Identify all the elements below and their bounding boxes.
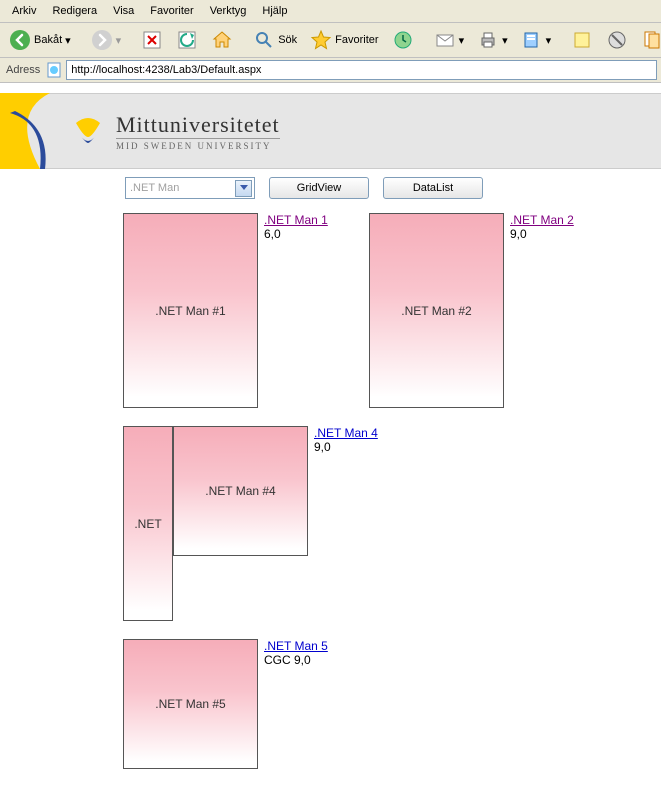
back-icon xyxy=(9,29,31,51)
card-title: .NET Man #5 xyxy=(155,697,225,711)
home-button[interactable] xyxy=(206,26,238,54)
menu-favoriter[interactable]: Favoriter xyxy=(144,3,199,19)
forward-button[interactable]: ▾ xyxy=(86,26,127,54)
card-link[interactable]: .NET Man 5 xyxy=(264,639,328,653)
gridview-button[interactable]: GridView xyxy=(269,177,369,199)
card-title: .NET Man #1 xyxy=(155,304,225,318)
card: .NET Man #4 xyxy=(173,426,308,556)
menu-arkiv[interactable]: Arkiv xyxy=(6,3,42,19)
university-sub: MID SWEDEN UNIVERSITY xyxy=(116,138,280,151)
card-block: .NET Man #1 .NET Man 1 6,0 xyxy=(123,213,369,408)
card-block: .NET Man #5 .NET Man 5 CGC 9,0 xyxy=(123,639,369,769)
card: .NET Man #5 xyxy=(123,639,258,769)
menu-hjalp[interactable]: Hjälp xyxy=(256,3,293,19)
refresh-button[interactable] xyxy=(171,26,203,54)
card-link[interactable]: .NET Man 4 xyxy=(314,426,378,440)
research-button[interactable] xyxy=(636,26,661,54)
corner-graphic xyxy=(0,93,50,169)
star-icon xyxy=(310,29,332,51)
note-button[interactable] xyxy=(566,26,598,54)
print-button[interactable]: ▾ xyxy=(472,26,513,54)
block-button[interactable] xyxy=(601,26,633,54)
page-body: .NET Man GridView DataList .NET Man #1 .… xyxy=(117,169,661,797)
favorites-label: Favoriter xyxy=(335,34,378,46)
datalist-button[interactable]: DataList xyxy=(383,177,483,199)
menu-verktyg[interactable]: Verktyg xyxy=(204,3,253,19)
favorites-button[interactable]: Favoriter xyxy=(305,26,383,54)
chevron-down-icon xyxy=(235,180,252,197)
menu-visa[interactable]: Visa xyxy=(107,3,140,19)
toolbar: Bakåt ▾ ▾ Sök Favoriter xyxy=(0,23,661,58)
card-info: 9,0 xyxy=(314,440,378,454)
back-button[interactable]: Bakåt ▾ xyxy=(4,26,76,54)
block-icon xyxy=(606,29,628,51)
university-logo: Mittuniversitetet MID SWEDEN UNIVERSITY xyxy=(70,112,280,151)
address-input[interactable] xyxy=(66,60,657,80)
search-icon xyxy=(253,29,275,51)
university-header: Mittuniversitetet MID SWEDEN UNIVERSITY xyxy=(0,93,661,169)
page-icon xyxy=(46,62,62,78)
address-label: Adress xyxy=(4,64,42,76)
card: .NET xyxy=(123,426,173,621)
card-block: .NET Man #4 .NET Man 4 9,0 xyxy=(173,426,419,621)
card-info: CGC 9,0 xyxy=(264,653,328,667)
history-icon xyxy=(392,29,414,51)
address-bar: Adress xyxy=(0,58,661,83)
search-label: Sök xyxy=(278,34,297,46)
back-label: Bakåt xyxy=(34,34,62,46)
page-content: Mittuniversitetet MID SWEDEN UNIVERSITY … xyxy=(0,93,661,610)
dropdown-value: .NET Man xyxy=(130,182,179,194)
chevron-down-icon: ▾ xyxy=(502,34,508,47)
refresh-icon xyxy=(176,29,198,51)
history-button[interactable] xyxy=(387,26,419,54)
home-icon xyxy=(211,29,233,51)
card-link[interactable]: .NET Man 1 xyxy=(264,213,328,227)
category-dropdown[interactable]: .NET Man xyxy=(125,177,255,199)
card: .NET Man #2 xyxy=(369,213,504,408)
card-info: 9,0 xyxy=(510,227,574,241)
forward-icon xyxy=(91,29,113,51)
controls-row: .NET Man GridView DataList xyxy=(117,169,661,203)
edit-button[interactable]: ▾ xyxy=(516,26,557,54)
mail-button[interactable]: ▾ xyxy=(429,26,470,54)
chevron-down-icon: ▾ xyxy=(65,34,71,47)
print-icon xyxy=(477,29,499,51)
edit-icon xyxy=(521,29,543,51)
card-title: .NET xyxy=(134,517,161,531)
chevron-down-icon: ▾ xyxy=(546,34,552,47)
card: .NET Man #1 xyxy=(123,213,258,408)
stop-icon xyxy=(141,29,163,51)
logo-mark-icon xyxy=(70,113,106,149)
mail-icon xyxy=(434,29,456,51)
card-title: .NET Man #2 xyxy=(401,304,471,318)
card-link[interactable]: .NET Man 2 xyxy=(510,213,574,227)
university-name: Mittuniversitetet xyxy=(116,112,280,138)
note-icon xyxy=(571,29,593,51)
card-block: .NET Man #2 .NET Man 2 9,0 xyxy=(369,213,615,408)
card-title: .NET Man #4 xyxy=(205,484,275,498)
card-area: .NET Man #1 .NET Man 1 6,0 .NET Man #2 .… xyxy=(117,203,661,797)
menu-redigera[interactable]: Redigera xyxy=(46,3,103,19)
menubar: Arkiv Redigera Visa Favoriter Verktyg Hj… xyxy=(0,0,661,23)
chevron-down-icon: ▾ xyxy=(459,34,465,47)
search-button[interactable]: Sök xyxy=(248,26,302,54)
stop-button[interactable] xyxy=(136,26,168,54)
card-block: .NET xyxy=(123,426,173,621)
chevron-down-icon: ▾ xyxy=(116,34,122,47)
research-icon xyxy=(641,29,661,51)
card-info: 6,0 xyxy=(264,227,328,241)
